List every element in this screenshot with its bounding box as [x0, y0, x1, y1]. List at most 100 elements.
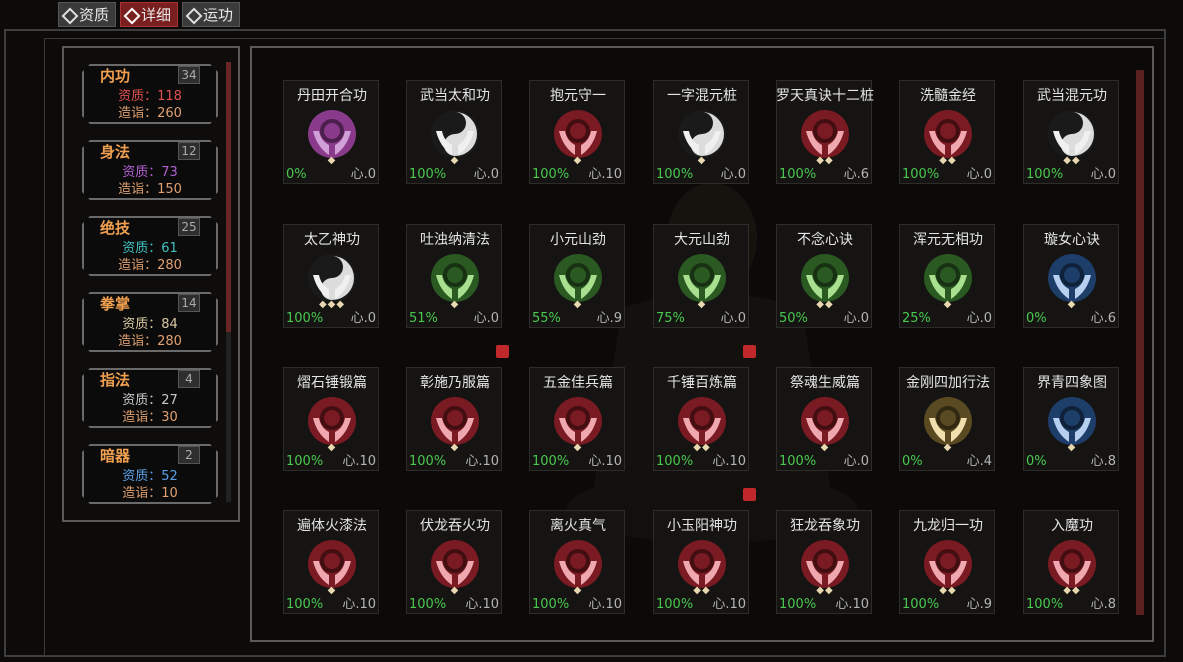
progress-percent: 100%: [286, 311, 324, 326]
xin-value: 心.0: [966, 311, 992, 326]
red-hands-icon: [553, 539, 603, 589]
skill-card[interactable]: 入魔功 ◆◆ 100% 心.8: [1023, 510, 1119, 614]
progress-percent: 100%: [1026, 167, 1064, 182]
skill-card[interactable]: 武当太和功 ◆ 100% 心.0: [406, 80, 502, 184]
yinyang-hands-icon: [307, 253, 357, 303]
skill-name: 金刚四加行法: [906, 375, 990, 391]
zaoyi-line: 造诣：280: [84, 333, 216, 350]
zaoyi-value: 260: [157, 106, 182, 121]
progress-percent: 0%: [1026, 454, 1047, 469]
skill-card[interactable]: 九龙归一功 ◆◆ 100% 心.9: [899, 510, 995, 614]
skill-card[interactable]: 金刚四加行法 ◆ 0% 心.4: [899, 367, 995, 471]
progress-percent: 100%: [286, 597, 324, 612]
skill-name: 洗髓金经: [920, 88, 976, 104]
red-hands-icon: [800, 396, 850, 446]
tab-label: 运功: [203, 6, 234, 24]
skill-card[interactable]: 武当混元功 ◆◆ 100% 心.0: [1023, 80, 1119, 184]
skill-card[interactable]: 小玉阳神功 ◆◆ 100% 心.10: [653, 510, 749, 614]
progress-percent: 55%: [532, 311, 561, 326]
xin-value: 心.8: [1090, 454, 1116, 469]
zizhi-value: 73: [161, 165, 178, 180]
progress-percent: 0%: [902, 454, 923, 469]
skill-name: 武当混元功: [1037, 88, 1107, 104]
skill-card[interactable]: 吐浊纳清法 ◆ 51% 心.0: [406, 224, 502, 328]
red-hands-icon: [553, 109, 603, 159]
skill-card[interactable]: 千锤百炼篇 ◆◆ 100% 心.10: [653, 367, 749, 471]
progress-percent: 100%: [779, 454, 817, 469]
zaoyi-label: 造诣：: [122, 486, 162, 501]
zizhi-value: 27: [161, 393, 178, 408]
xin-value: 心.9: [966, 597, 992, 612]
progress-percent: 100%: [1026, 597, 1064, 612]
progress-percent: 100%: [902, 597, 940, 612]
zizhi-label: 资质：: [122, 165, 162, 180]
skill-name: 九龙归一功: [913, 518, 983, 534]
sidebar-scrollbar[interactable]: [226, 62, 231, 502]
red-hands-icon: [800, 539, 850, 589]
xin-value: 心.10: [835, 597, 869, 612]
new-indicator-badge: [743, 488, 756, 501]
zizhi-line: 资质：52: [84, 468, 216, 485]
xin-value: 心.0: [1090, 167, 1116, 182]
progress-percent: 100%: [532, 597, 570, 612]
skill-scrollbar[interactable]: [1136, 70, 1144, 615]
skill-card[interactable]: 一字混元桩 ◆ 100% 心.0: [653, 80, 749, 184]
zizhi-label: 资质：: [122, 393, 162, 408]
green-hands-icon: [430, 253, 480, 303]
new-indicator-badge: [496, 345, 509, 358]
yinyang-hands-icon: [430, 109, 480, 159]
skill-card[interactable]: 太乙神功 ◆◆◆ 100% 心.0: [283, 224, 379, 328]
skill-card[interactable]: 彰施乃服篇 ◆ 100% 心.10: [406, 367, 502, 471]
skill-name: 入魔功: [1051, 518, 1093, 534]
tab-label: 资质: [79, 6, 110, 24]
sidebar-scroll-thumb[interactable]: [226, 62, 231, 332]
zaoyi-line: 造诣：260: [84, 105, 216, 122]
skill-card[interactable]: 狂龙吞象功 ◆◆ 100% 心.10: [776, 510, 872, 614]
xin-value: 心.10: [588, 597, 622, 612]
skill-card[interactable]: 不念心诀 ◆◆ 50% 心.0: [776, 224, 872, 328]
category-title: 内功: [100, 67, 131, 85]
red-hands-icon: [1047, 539, 1097, 589]
skill-card[interactable]: 大元山劲 ◆ 75% 心.0: [653, 224, 749, 328]
tab-zizhi[interactable]: 资质: [58, 2, 117, 27]
progress-percent: 100%: [532, 167, 570, 182]
progress-percent: 100%: [409, 597, 447, 612]
progress-percent: 0%: [1026, 311, 1047, 326]
skill-card[interactable]: 浑元无相功 ◆ 25% 心.0: [899, 224, 995, 328]
purple-hands-icon: [307, 109, 357, 159]
skill-name: 一字混元桩: [667, 88, 737, 104]
category-count-badge: 12: [178, 142, 200, 160]
skill-card[interactable]: 丹田开合功 ◆ 0% 心.0: [283, 80, 379, 184]
zaoyi-line: 造诣：30: [84, 409, 216, 426]
red-hands-icon: [430, 539, 480, 589]
zaoyi-value: 280: [157, 334, 182, 349]
skill-card[interactable]: 璇女心诀 ◆ 0% 心.6: [1023, 224, 1119, 328]
green-hands-icon: [923, 253, 973, 303]
skill-card[interactable]: 洗髓金经 ◆◆ 100% 心.0: [899, 80, 995, 184]
skill-card[interactable]: 离火真气 ◆ 100% 心.10: [529, 510, 625, 614]
skill-card[interactable]: 界青四象图 ◆ 0% 心.8: [1023, 367, 1119, 471]
diamond-icon: [125, 7, 137, 23]
xin-value: 心.10: [588, 167, 622, 182]
skill-card[interactable]: 罗天真诀十二桩 ◆◆ 100% 心.6: [776, 80, 874, 184]
skill-card[interactable]: 五金佳兵篇 ◆ 100% 心.10: [529, 367, 625, 471]
xin-value: 心.0: [966, 167, 992, 182]
tab-xiangxi[interactable]: 详细: [120, 2, 179, 27]
progress-percent: 100%: [779, 167, 817, 182]
skill-scroll-thumb[interactable]: [1136, 70, 1144, 615]
skill-name: 大元山劲: [674, 232, 730, 248]
skill-card[interactable]: 小元山劲 ◆ 55% 心.9: [529, 224, 625, 328]
tab-bar: 资质 详细 运功: [58, 2, 241, 29]
skill-card[interactable]: 伏龙吞火功 ◆ 100% 心.10: [406, 510, 502, 614]
green-hands-icon: [677, 253, 727, 303]
skill-card[interactable]: 熠石锤锻篇 ◆ 100% 心.10: [283, 367, 379, 471]
tab-yungong[interactable]: 运功: [182, 2, 241, 27]
zizhi-line: 资质：73: [84, 164, 216, 181]
skill-card[interactable]: 抱元守一 ◆ 100% 心.10: [529, 80, 625, 184]
xin-value: 心.10: [465, 454, 499, 469]
skill-card[interactable]: 遍体火漆法 ◆ 100% 心.10: [283, 510, 379, 614]
skill-name: 抱元守一: [550, 88, 606, 104]
zizhi-label: 资质：: [122, 469, 162, 484]
skill-card[interactable]: 祭魂生威篇 ◆ 100% 心.0: [776, 367, 872, 471]
skill-name: 吐浊纳清法: [420, 232, 490, 248]
